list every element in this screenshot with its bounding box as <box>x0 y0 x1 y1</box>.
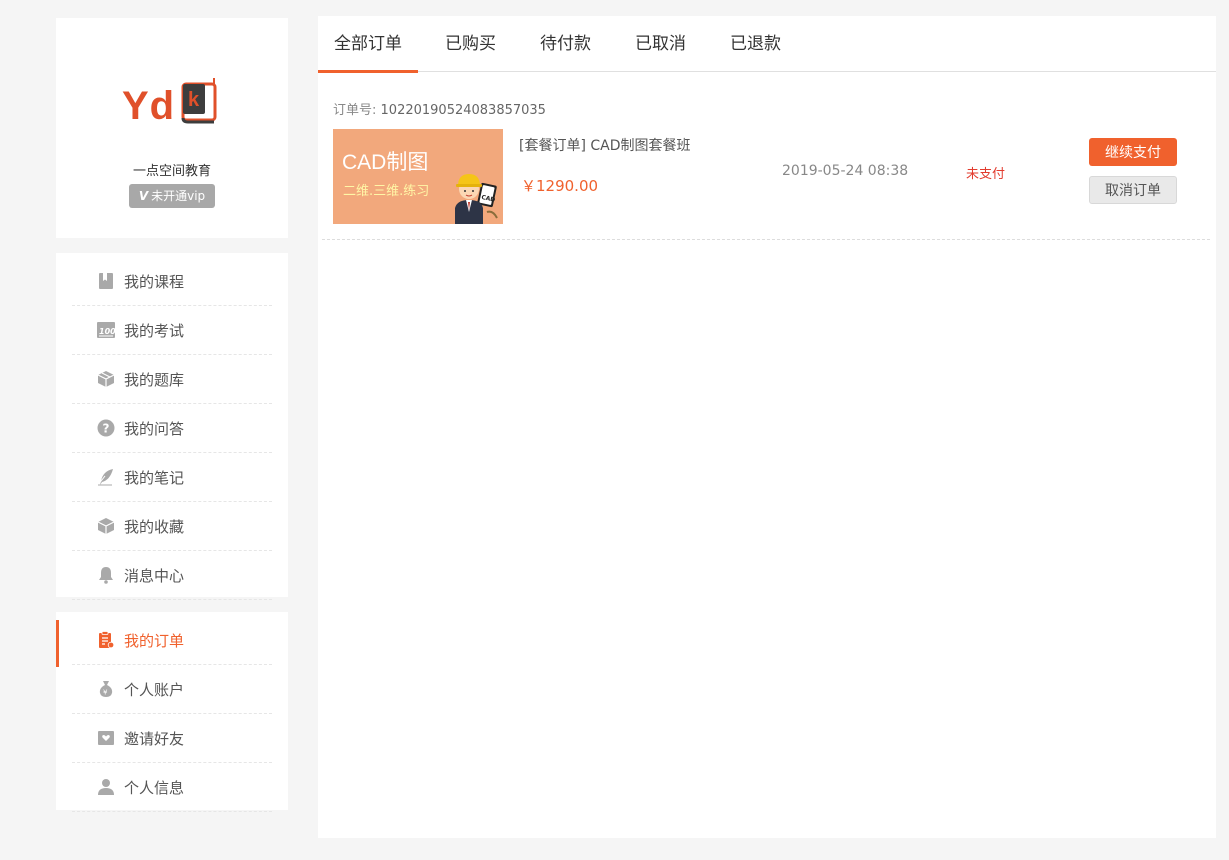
tab-refunded[interactable]: 已退款 <box>715 16 796 72</box>
sidebar-item-my-courses[interactable]: 我的课程 <box>72 257 272 306</box>
course-name[interactable]: [套餐订单] CAD制图套餐班 <box>519 135 691 155</box>
orders-panel: 全部订单 已购买 待付款 已取消 已退款 订单号: 10220190524083… <box>318 16 1216 838</box>
logo-book-icon: k <box>181 78 217 124</box>
tab-cancelled[interactable]: 已取消 <box>620 16 701 72</box>
vip-v-icon: V <box>138 189 149 203</box>
quill-icon <box>96 467 116 487</box>
engineer-illustration-icon: CAD <box>455 174 498 224</box>
thumbnail-subtitle: 二维.三维.练习 <box>343 184 430 199</box>
order-number-label: 订单号: <box>333 103 377 118</box>
sidebar-item-label: 我的订单 <box>124 631 185 650</box>
invite-icon <box>96 728 116 748</box>
sidebar-item-question-bank[interactable]: 我的题库 <box>72 355 272 404</box>
vip-badge-text: 未开通vip <box>151 189 206 203</box>
sidebar-item-profile[interactable]: 个人信息 <box>72 763 272 812</box>
order-divider <box>322 239 1210 240</box>
score-100-icon: 100 <box>96 320 116 340</box>
sidebar-menu-learning: 我的课程 100 我的考试 我的题库 ? 我的问答 我的笔记 我的收藏 消息中心 <box>56 253 288 600</box>
sidebar-menu-account: 我的订单 ¥ 个人账户 邀请好友 个人信息 <box>56 612 288 812</box>
logo-text: Yd <box>122 84 176 128</box>
sidebar-item-label: 个人账户 <box>124 680 185 699</box>
order-number: 订单号: 10220190524083857035 <box>333 99 546 118</box>
svg-text:¥: ¥ <box>103 689 108 697</box>
tab-pending-payment[interactable]: 待付款 <box>525 16 606 72</box>
order-status: 未支付 <box>966 167 1006 182</box>
box-icon <box>96 516 116 536</box>
sidebar-item-label: 我的课程 <box>124 272 185 291</box>
continue-payment-button[interactable]: 继续支付 <box>1089 138 1177 166</box>
sidebar-item-messages[interactable]: 消息中心 <box>72 551 272 600</box>
tab-all-orders[interactable]: 全部订单 <box>318 16 418 73</box>
sidebar-item-label: 我的收藏 <box>124 517 185 536</box>
sidebar-item-my-favorites[interactable]: 我的收藏 <box>72 502 272 551</box>
thumbnail-title: CAD制图 <box>342 151 429 174</box>
course-thumbnail[interactable]: CAD制图 二维.三维.练习 CAD <box>333 129 503 224</box>
order-tabs: 全部订单 已购买 待付款 已取消 已退款 <box>318 16 1216 73</box>
sidebar-item-label: 消息中心 <box>124 566 185 585</box>
question-icon: ? <box>96 418 116 438</box>
sidebar-item-invite-friends[interactable]: 邀请好友 <box>72 714 272 763</box>
sidebar-item-my-orders[interactable]: 我的订单 <box>56 616 272 667</box>
svg-text:100: 100 <box>99 327 115 336</box>
sidebar-item-my-exams[interactable]: 100 我的考试 <box>72 306 272 355</box>
brand-logo: Yd k <box>122 76 222 128</box>
money-bag-icon: ¥ <box>96 679 116 699</box>
user-icon <box>96 777 116 797</box>
logo-book-letter: k <box>188 89 200 111</box>
sidebar-item-my-notes[interactable]: 我的笔记 <box>72 453 272 502</box>
sidebar-item-my-qa[interactable]: ? 我的问答 <box>72 404 272 453</box>
bookmark-icon <box>96 271 116 291</box>
sidebar-item-label: 邀请好友 <box>124 729 185 748</box>
sidebar-item-label: 我的题库 <box>124 370 185 389</box>
order-icon <box>96 630 116 650</box>
svg-text:?: ? <box>103 422 110 436</box>
sidebar-item-label: 个人信息 <box>124 778 185 797</box>
cube-icon <box>96 369 116 389</box>
order-time: 2019-05-24 08:38 <box>782 163 909 179</box>
order-number-value: 10220190524083857035 <box>380 103 546 118</box>
order-price: ￥1290.00 <box>521 177 599 195</box>
cancel-order-button[interactable]: 取消订单 <box>1089 176 1177 204</box>
tab-purchased[interactable]: 已购买 <box>430 16 511 72</box>
bell-icon <box>96 565 116 585</box>
profile-card: Yd k 一点空间教育 V 未开通vip <box>56 18 288 238</box>
vip-badge[interactable]: V 未开通vip <box>129 184 215 208</box>
sidebar-item-label: 我的笔记 <box>124 468 185 487</box>
sidebar-item-account[interactable]: ¥ 个人账户 <box>72 665 272 714</box>
school-name: 一点空间教育 <box>132 164 211 179</box>
sidebar-item-label: 我的问答 <box>124 419 185 438</box>
sidebar-item-label: 我的考试 <box>124 321 185 340</box>
